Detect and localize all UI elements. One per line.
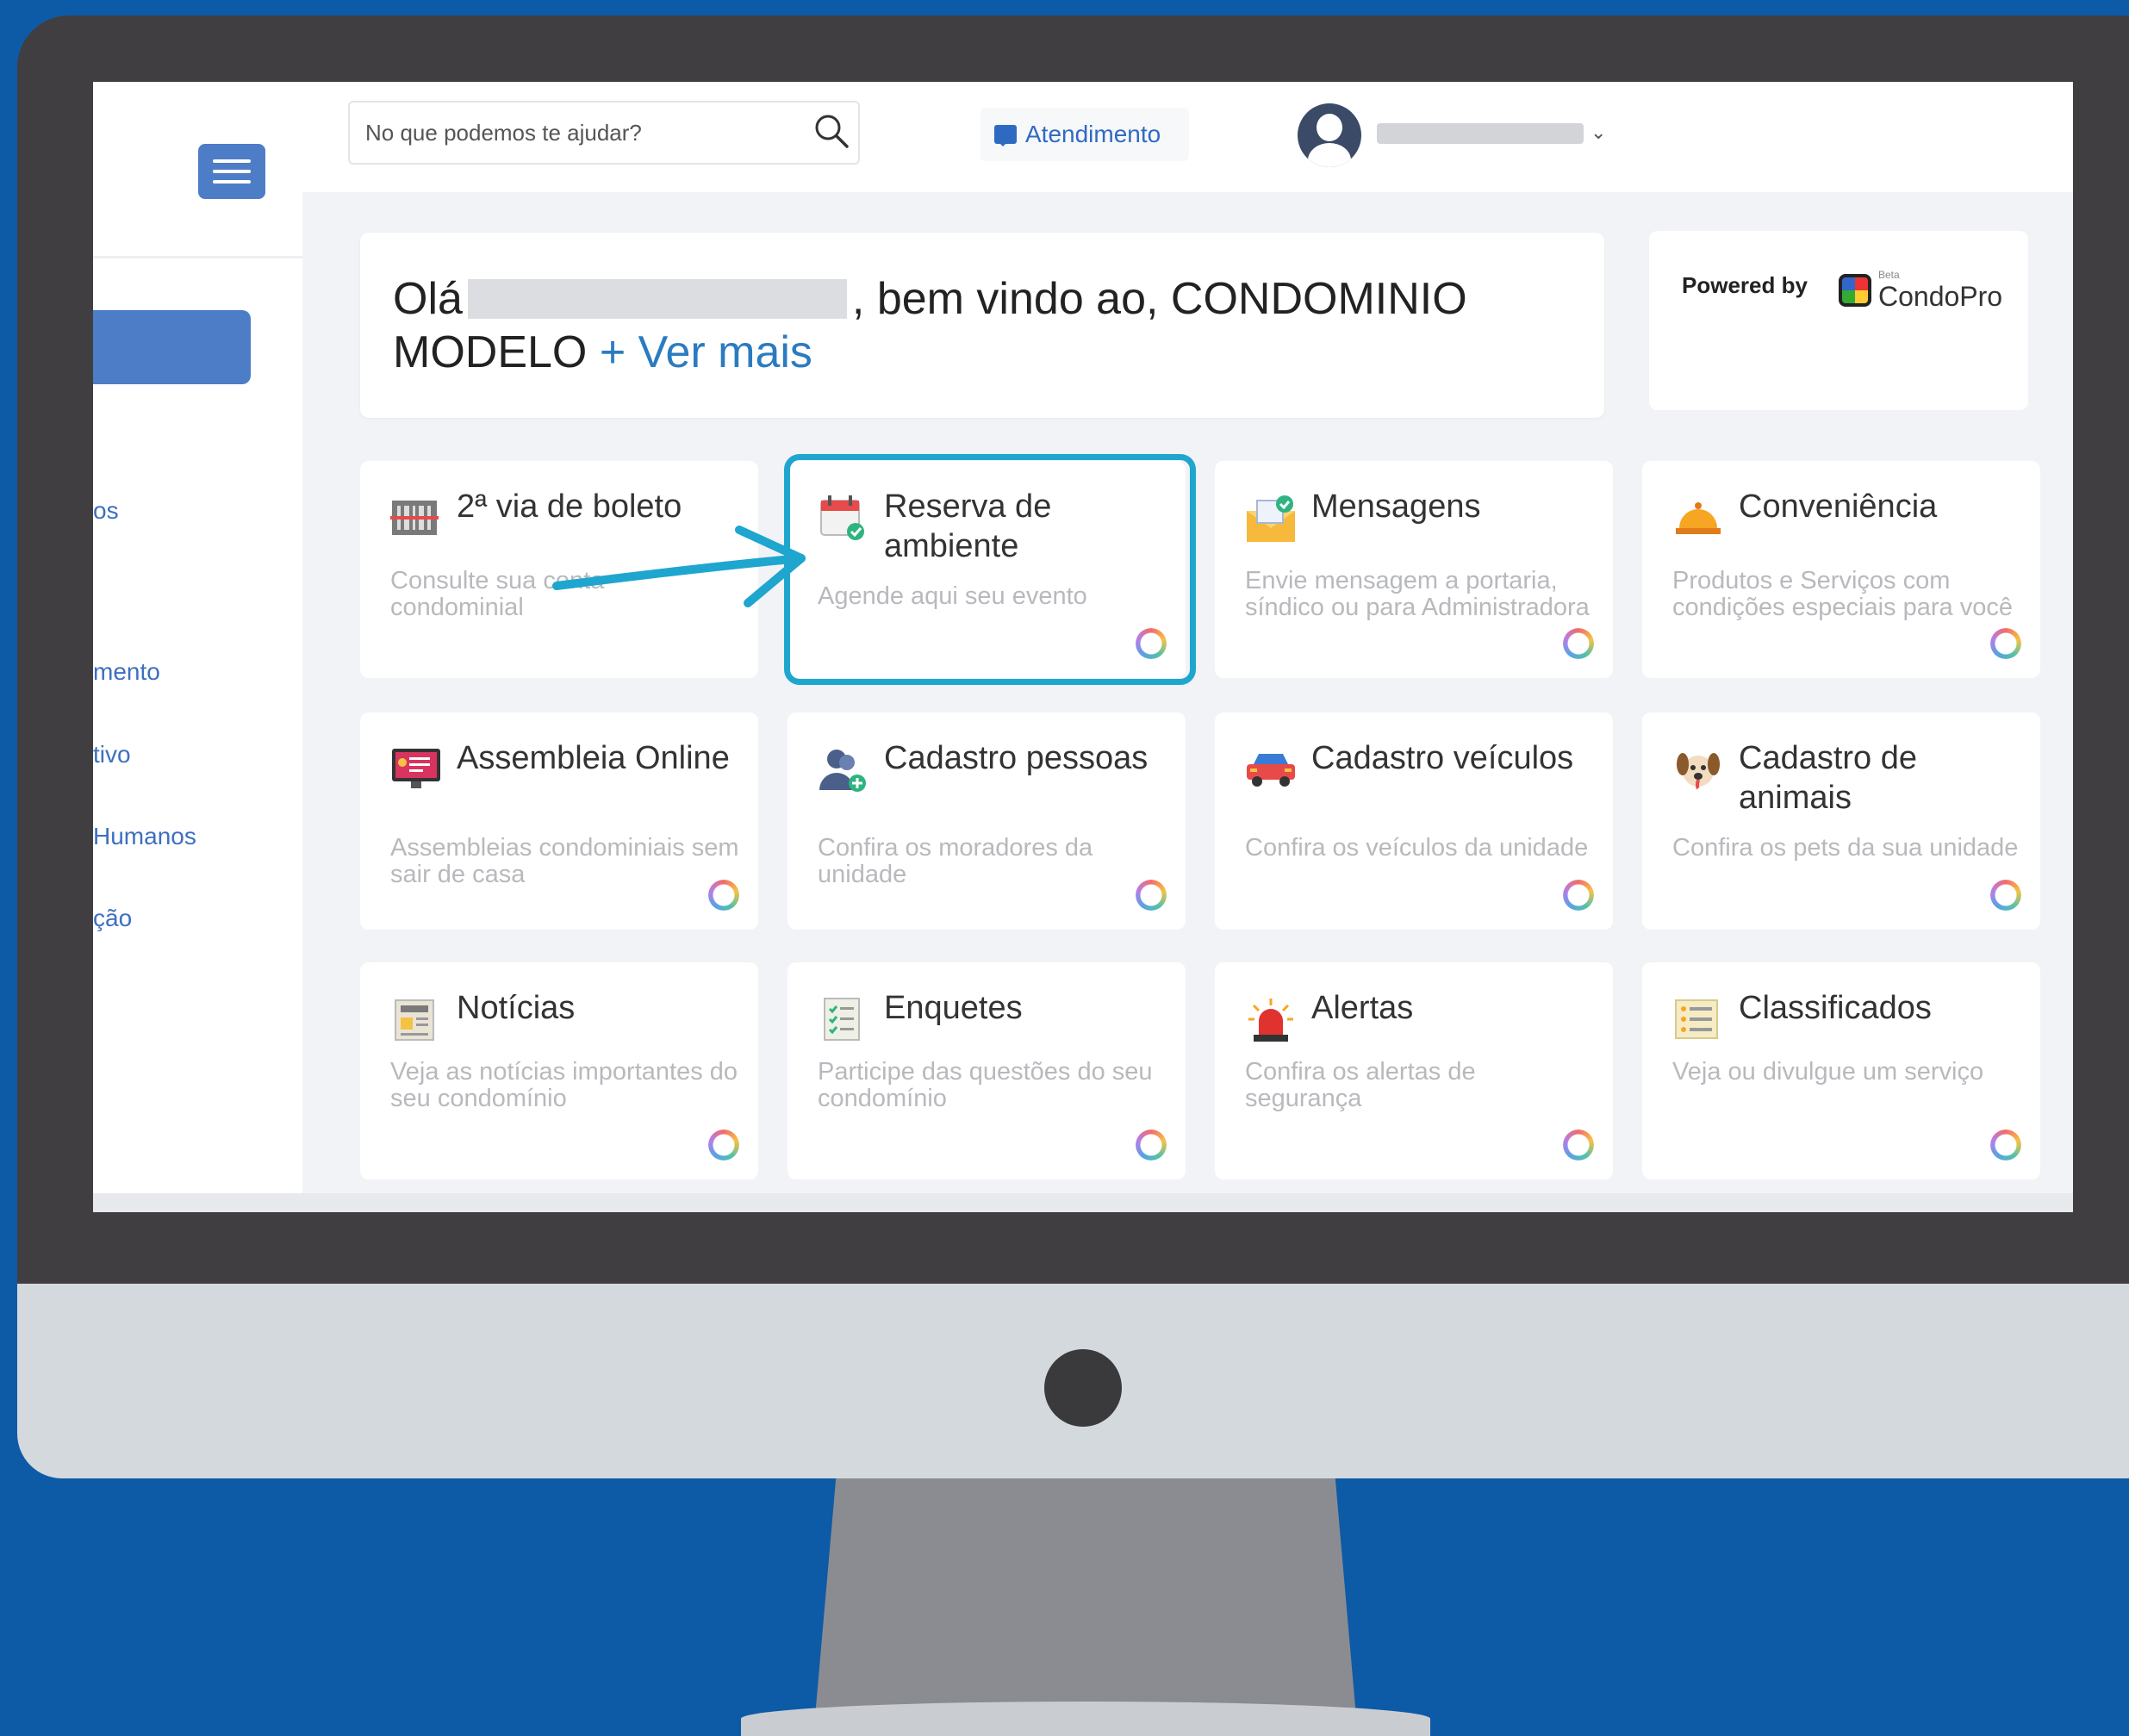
- card-description: Participe das questões do seu condomínio: [818, 1058, 1153, 1112]
- card-title: Conveniência: [1739, 488, 1938, 525]
- card-title: Alertas: [1311, 990, 1414, 1026]
- card-title: Cadastro de animais: [1739, 740, 1918, 816]
- card-description: Produtos e Serviços com condições especi…: [1672, 567, 2013, 621]
- welcome-card: Olá, bem vindo ao, CONDOMINIO MODELO + V…: [360, 233, 1604, 418]
- sidebar: os mento tivo Humanos ção: [93, 82, 302, 1212]
- sidebar-item[interactable]: Humanos: [93, 823, 196, 850]
- monitor-icon: [390, 745, 440, 793]
- card-noticias[interactable]: Notícias Veja as notícias importantes do…: [360, 962, 758, 1179]
- card-conveniencia[interactable]: Conveniência Produtos e Serviços com con…: [1642, 461, 2040, 678]
- search-box[interactable]: No que podemos te ajudar?: [348, 101, 860, 165]
- chat-bubble-icon: [994, 125, 1017, 146]
- chat-icon[interactable]: [1990, 1129, 2021, 1160]
- service-bell-icon: [1672, 494, 1721, 542]
- chat-icon[interactable]: [1136, 628, 1167, 659]
- card-title: Enquetes: [884, 990, 1023, 1026]
- card-title: Cadastro veículos: [1311, 740, 1574, 776]
- condopro-logo-icon: [1839, 274, 1871, 307]
- card-title: 2ª via de boleto: [457, 488, 682, 525]
- avatar[interactable]: [1298, 103, 1361, 167]
- card-description: Consulte sua conta condominial: [390, 567, 605, 621]
- chevron-down-icon[interactable]: ⌄: [1591, 121, 1606, 144]
- sidebar-item[interactable]: ção: [93, 905, 132, 932]
- sidebar-item[interactable]: tivo: [93, 741, 131, 768]
- powered-by-card: Powered by Beta CondoPro: [1649, 231, 2028, 410]
- card-title: Notícias: [457, 990, 576, 1026]
- sidebar-item[interactable]: mento: [93, 658, 160, 686]
- sidebar-item[interactable]: os: [93, 497, 119, 525]
- calendar-check-icon: [818, 494, 866, 542]
- sidebar-item-active[interactable]: [93, 310, 251, 384]
- chat-icon[interactable]: [1990, 880, 2021, 911]
- card-enquetes[interactable]: Enquetes Participe das questões do seu c…: [787, 962, 1186, 1179]
- card-description: Veja ou divulgue um serviço: [1672, 1058, 1984, 1086]
- search-input[interactable]: No que podemos te ajudar?: [365, 120, 642, 146]
- barcode-icon: [390, 494, 439, 542]
- newspaper-icon: [390, 995, 439, 1043]
- dog-icon: [1672, 745, 1721, 793]
- menu-toggle-button[interactable]: [198, 144, 265, 199]
- bottom-bar: [93, 1193, 2073, 1212]
- card-title: Cadastro pessoas: [884, 740, 1149, 776]
- chat-icon[interactable]: [1563, 628, 1594, 659]
- welcome-message: Olá, bem vindo ao, CONDOMINIO MODELO + V…: [393, 272, 1582, 379]
- sidebar-divider: [93, 256, 302, 258]
- user-name-blurred[interactable]: [1377, 123, 1584, 144]
- list-icon: [1672, 995, 1721, 1043]
- card-boleto[interactable]: 2ª via de boleto Consulte sua conta cond…: [360, 461, 758, 678]
- envelope-icon: [1245, 494, 1295, 542]
- app-screen: os mento tivo Humanos ção No que podemos…: [93, 82, 2073, 1212]
- card-description: Confira os alertas de segurança: [1245, 1058, 1476, 1112]
- powered-by-label: Powered by: [1682, 272, 1808, 298]
- card-cadastro-pessoas[interactable]: Cadastro pessoas Confira os moradores da…: [787, 712, 1186, 930]
- chat-icon[interactable]: [1563, 880, 1594, 911]
- card-description: Confira os veículos da unidade: [1245, 834, 1589, 862]
- car-icon: [1245, 745, 1295, 793]
- card-description: Agende aqui seu evento: [818, 582, 1087, 610]
- chat-icon[interactable]: [1563, 1129, 1594, 1160]
- condopro-beta: Beta: [1878, 269, 1900, 281]
- card-description: Envie mensagem a portaria, síndico ou pa…: [1245, 567, 1590, 621]
- card-title: Assembleia Online: [457, 740, 730, 776]
- card-description: Assembleias condominiais sem sair de cas…: [390, 834, 739, 888]
- card-reserva[interactable]: Reserva de ambiente Agende aqui seu even…: [787, 461, 1186, 678]
- chat-icon[interactable]: [1136, 880, 1167, 911]
- card-mensagens[interactable]: Mensagens Envie mensagem a portaria, sín…: [1215, 461, 1613, 678]
- card-cadastro-animais[interactable]: Cadastro de animais Confira os pets da s…: [1642, 712, 2040, 930]
- card-description: Confira os moradores da unidade: [818, 834, 1093, 888]
- monitor-button: [1044, 1349, 1122, 1427]
- siren-icon: [1245, 995, 1293, 1043]
- card-title: Classificados: [1739, 990, 1932, 1026]
- card-assembleia[interactable]: Assembleia Online Assembleias condominia…: [360, 712, 758, 930]
- checklist-icon: [818, 995, 866, 1043]
- card-cadastro-veiculos[interactable]: Cadastro veículos Confira os veículos da…: [1215, 712, 1613, 930]
- chat-icon[interactable]: [1990, 628, 2021, 659]
- search-icon[interactable]: [812, 111, 851, 151]
- user-name-blurred: [467, 279, 847, 319]
- chat-icon[interactable]: [708, 880, 739, 911]
- card-description: Veja as notícias importantes do seu cond…: [390, 1058, 738, 1112]
- card-description: Confira os pets da sua unidade: [1672, 834, 2019, 862]
- welcome-greeting: Olá: [393, 274, 463, 324]
- chat-icon[interactable]: [1136, 1129, 1167, 1160]
- card-classificados[interactable]: Classificados Veja ou divulgue um serviç…: [1642, 962, 2040, 1179]
- card-title: Mensagens: [1311, 488, 1481, 525]
- monitor-stand: [814, 1478, 1357, 1727]
- atendimento-label: Atendimento: [1025, 121, 1161, 147]
- people-add-icon: [818, 745, 866, 793]
- chat-icon[interactable]: [708, 1129, 739, 1160]
- card-title: Reserva de ambiente: [884, 488, 1052, 564]
- atendimento-button[interactable]: Atendimento: [980, 108, 1189, 161]
- ver-mais-link[interactable]: + Ver mais: [600, 327, 812, 377]
- monitor-base: [741, 1702, 1430, 1736]
- condopro-brand: CondoPro: [1878, 281, 2003, 312]
- card-alertas[interactable]: Alertas Confira os alertas de segurança: [1215, 962, 1613, 1179]
